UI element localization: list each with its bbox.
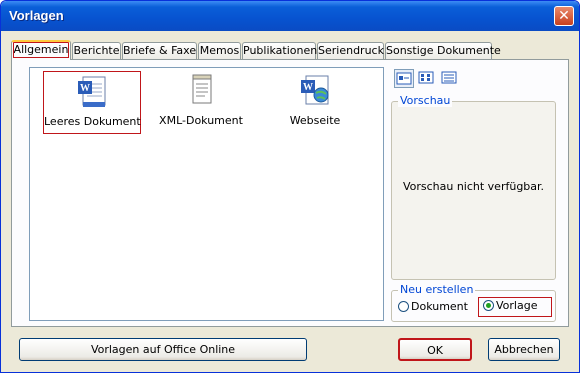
tab-berichte[interactable]: Berichte [72, 42, 121, 59]
svg-text:W: W [80, 83, 90, 94]
title-bar[interactable]: Vorlagen ✕ [1, 1, 579, 31]
details-icon [441, 71, 457, 84]
radio-checked-icon [483, 300, 494, 311]
radio-unchecked-icon [398, 301, 409, 312]
radio-dokument[interactable]: Dokument [398, 300, 468, 316]
ok-button[interactable]: OK [398, 338, 472, 361]
template-label: Leeres Dokument [44, 115, 141, 128]
close-icon: ✕ [558, 8, 570, 24]
templates-dialog: Vorlagen ✕ Allgemein Berichte Briefe & F… [0, 0, 580, 373]
tab-memos[interactable]: Memos [198, 42, 241, 59]
create-new-legend: Neu erstellen [398, 283, 476, 296]
large-icons-icon [396, 72, 412, 85]
web-page-icon: W [301, 75, 329, 105]
word-document-icon: W [78, 76, 106, 107]
tab-allgemein[interactable]: Allgemein [11, 40, 71, 60]
office-online-button[interactable]: Vorlagen auf Office Online [19, 338, 307, 361]
window-title: Vorlagen [9, 8, 64, 23]
details-view-button[interactable] [440, 69, 460, 88]
radio-dokument-label: Dokument [411, 300, 468, 313]
preview-group: Vorschau Vorschau nicht verfügbar. [391, 94, 556, 280]
radio-vorlage-label: Vorlage [496, 299, 538, 312]
svg-text:W: W [303, 82, 313, 93]
preview-legend: Vorschau [398, 94, 453, 107]
list-view-button[interactable] [417, 69, 437, 88]
tab-sonstige-dokumente[interactable]: Sonstige Dokumente [385, 42, 501, 59]
template-label: XML-Dokument [159, 114, 243, 127]
tab-seriendruck[interactable]: Seriendruck [317, 42, 384, 59]
template-item-leeres-dokument[interactable]: W Leeres Dokument [43, 71, 141, 134]
template-list[interactable]: W Leeres Dokument XML-Dokument W Webseit… [29, 67, 384, 321]
template-item-webseite[interactable]: W Webseite [266, 71, 364, 127]
create-new-group: Neu erstellen Dokument Vorlage [391, 283, 556, 322]
preview-message: Vorschau nicht verfügbar. [402, 180, 545, 193]
tab-publikationen[interactable]: Publikationen [242, 42, 317, 59]
template-label: Webseite [289, 114, 341, 127]
cancel-button[interactable]: Abbrechen [488, 338, 560, 361]
xml-document-icon [192, 74, 212, 104]
large-icons-view-button[interactable] [394, 69, 414, 88]
template-item-xml-dokument[interactable]: XML-Dokument [152, 71, 250, 127]
tab-briefe-faxe[interactable]: Briefe & Faxe [122, 42, 197, 59]
radio-vorlage[interactable]: Vorlage [478, 297, 553, 317]
close-button[interactable]: ✕ [554, 6, 574, 26]
tab-panel: W Leeres Dokument XML-Dokument W Webseit… [11, 59, 569, 327]
list-icon [418, 71, 434, 84]
